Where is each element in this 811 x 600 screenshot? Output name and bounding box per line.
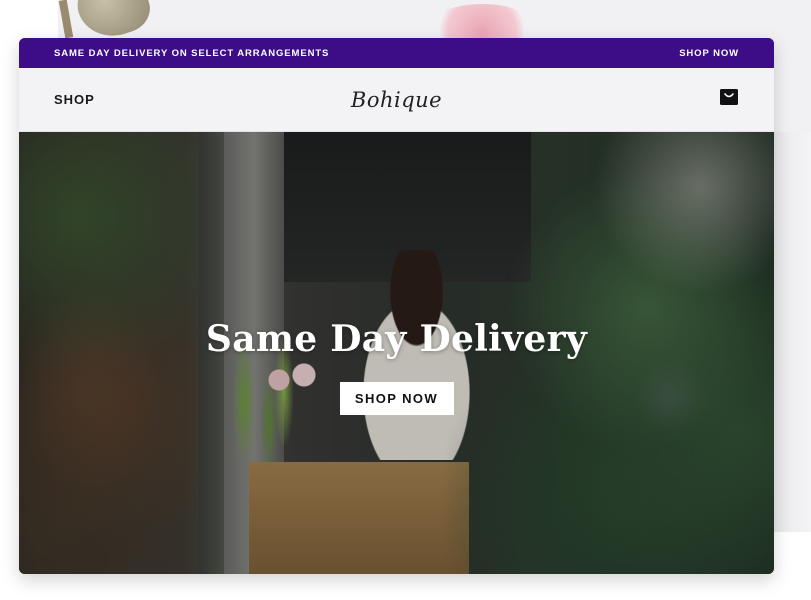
announcement-text: SAME DAY DELIVERY ON SELECT ARRANGEMENTS <box>54 47 330 59</box>
page: SAME DAY DELIVERY ON SELECT ARRANGEMENTS… <box>0 0 811 600</box>
announcement-shop-now-link[interactable]: SHOP NOW <box>679 48 739 59</box>
site-window: SAME DAY DELIVERY ON SELECT ARRANGEMENTS… <box>19 38 774 574</box>
hero-shop-now-button[interactable]: SHOP NOW <box>339 382 454 415</box>
site-header: SHOP Bohique <box>19 68 774 132</box>
hero-content: Same Day Delivery SHOP NOW <box>19 318 774 415</box>
hero-title: Same Day Delivery <box>205 318 588 360</box>
hero-banner: Same Day Delivery SHOP NOW <box>19 132 774 574</box>
cart-button[interactable] <box>719 89 739 110</box>
brand-logo[interactable]: Bohique <box>351 88 442 112</box>
nav-shop-link[interactable]: SHOP <box>54 92 95 107</box>
shopping-bag-icon <box>720 89 738 110</box>
background-shadow <box>774 132 811 532</box>
announcement-bar: SAME DAY DELIVERY ON SELECT ARRANGEMENTS… <box>19 38 774 68</box>
